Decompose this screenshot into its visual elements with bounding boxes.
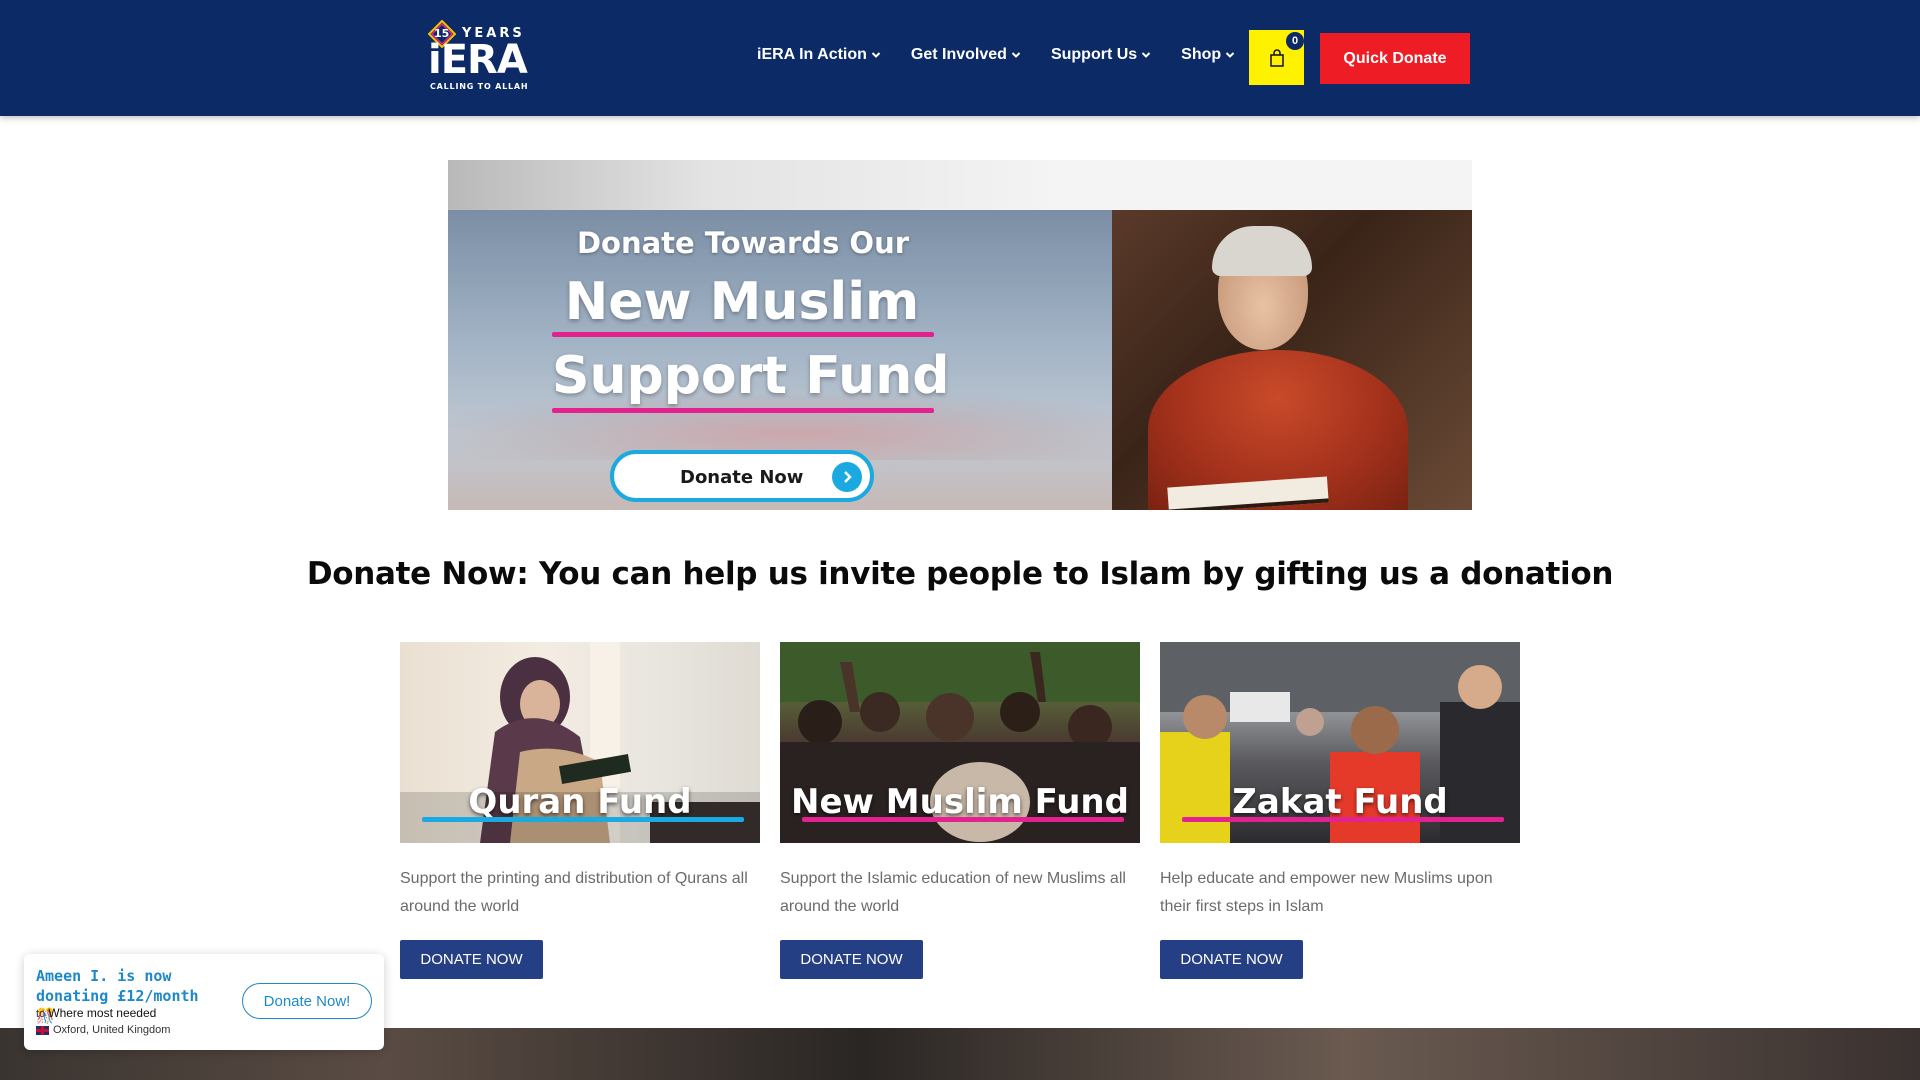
fund-card-new-muslim: New Muslim Fund Support the Islamic educ… xyxy=(780,642,1140,979)
card-description: Help educate and empower new Muslims upo… xyxy=(1160,870,1493,915)
nav-item-label: Shop xyxy=(1181,46,1222,63)
donate-now-button-zakat[interactable]: DONATE NOW xyxy=(1160,940,1303,979)
logo-tagline: CALLING TO ALLAH xyxy=(430,82,529,91)
logo-wordmark: iERA xyxy=(428,37,528,83)
card-description: Support the Islamic education of new Mus… xyxy=(780,870,1126,915)
popup-target: to Where most needed xyxy=(36,1006,156,1020)
hero-line-2: New Muslim xyxy=(564,272,920,332)
cart-button[interactable]: 0 xyxy=(1249,30,1304,85)
cart-count-badge: 0 xyxy=(1286,32,1304,50)
card-title: Quran Fund xyxy=(468,782,692,822)
nav-item-label: Support Us xyxy=(1050,46,1138,63)
card-title-underline xyxy=(422,817,744,822)
hero-line-1: Donate Towards Our xyxy=(576,226,910,260)
nav-item-label: Get Involved xyxy=(910,46,1007,63)
iera-logo[interactable]: 15 YEARS iERA CALLING TO ALLAH xyxy=(424,18,534,96)
hero-banner[interactable]: Donate Towards Our New Muslim Support Fu… xyxy=(448,160,1472,510)
site-header: 15 YEARS iERA CALLING TO ALLAH iERA In A… xyxy=(0,0,1920,116)
popup-target-name: Where most needed xyxy=(48,1006,157,1020)
chevron-right-icon xyxy=(832,462,862,492)
card-image[interactable]: New Muslim Fund xyxy=(780,642,1140,843)
hero-line-3: Support Fund xyxy=(552,346,950,406)
main-navigation: iERA In Action Get Involved Support Us S… xyxy=(757,46,1265,64)
card-description: Support the printing and distribution of… xyxy=(400,870,748,915)
card-title-underline xyxy=(1182,817,1504,822)
hero-donate-button[interactable]: Donate Now xyxy=(610,450,874,502)
quick-donate-button[interactable]: Quick Donate xyxy=(1320,33,1470,84)
card-image[interactable]: Zakat Fund xyxy=(1160,642,1520,843)
hero-underline-1 xyxy=(552,332,934,337)
section-title: Donate Now: You can help us invite peopl… xyxy=(306,556,1614,592)
card-title: New Muslim Fund xyxy=(791,782,1129,822)
card-title-underline xyxy=(802,817,1124,822)
popup-location-text: Oxford, United Kingdom xyxy=(53,1024,171,1036)
uk-flag-icon xyxy=(36,1025,49,1035)
popup-location: Oxford, United Kingdom xyxy=(36,1024,170,1036)
card-title: Zakat Fund xyxy=(1232,782,1448,822)
donate-now-button-new-muslim[interactable]: DONATE NOW xyxy=(780,940,923,979)
popup-message-text: Ameen I. is now donating £12/month xyxy=(36,967,199,1005)
card-image[interactable]: Quran Fund xyxy=(400,642,760,843)
hero-underline-2 xyxy=(552,408,934,413)
fund-card-quran: Quran Fund Support the printing and dist… xyxy=(400,642,760,979)
nav-item-label: iERA In Action xyxy=(757,46,867,63)
nav-item-support-us[interactable]: Support Us xyxy=(1051,46,1151,64)
nav-item-get-involved[interactable]: Get Involved xyxy=(911,46,1021,64)
hero-donate-button-label: Donate Now xyxy=(680,467,804,488)
recent-donation-popup[interactable]: Ameen I. is now donating £12/month 🎊 to … xyxy=(24,954,384,1050)
chevron-down-icon xyxy=(1225,50,1235,60)
shopping-bag-icon xyxy=(1269,48,1284,67)
chevron-down-icon xyxy=(1141,50,1151,60)
chevron-down-icon xyxy=(871,50,881,60)
popup-target-prefix: to xyxy=(36,1008,46,1020)
donate-now-button-quran[interactable]: DONATE NOW xyxy=(400,940,543,979)
fund-card-zakat: Zakat Fund Help educate and empower new … xyxy=(1160,642,1520,979)
chevron-down-icon xyxy=(1011,50,1021,60)
nav-item-iera-in-action[interactable]: iERA In Action xyxy=(757,46,881,64)
hero-top-strip xyxy=(448,160,1472,210)
popup-donate-button[interactable]: Donate Now! xyxy=(242,983,372,1019)
nav-item-shop[interactable]: Shop xyxy=(1181,46,1235,64)
